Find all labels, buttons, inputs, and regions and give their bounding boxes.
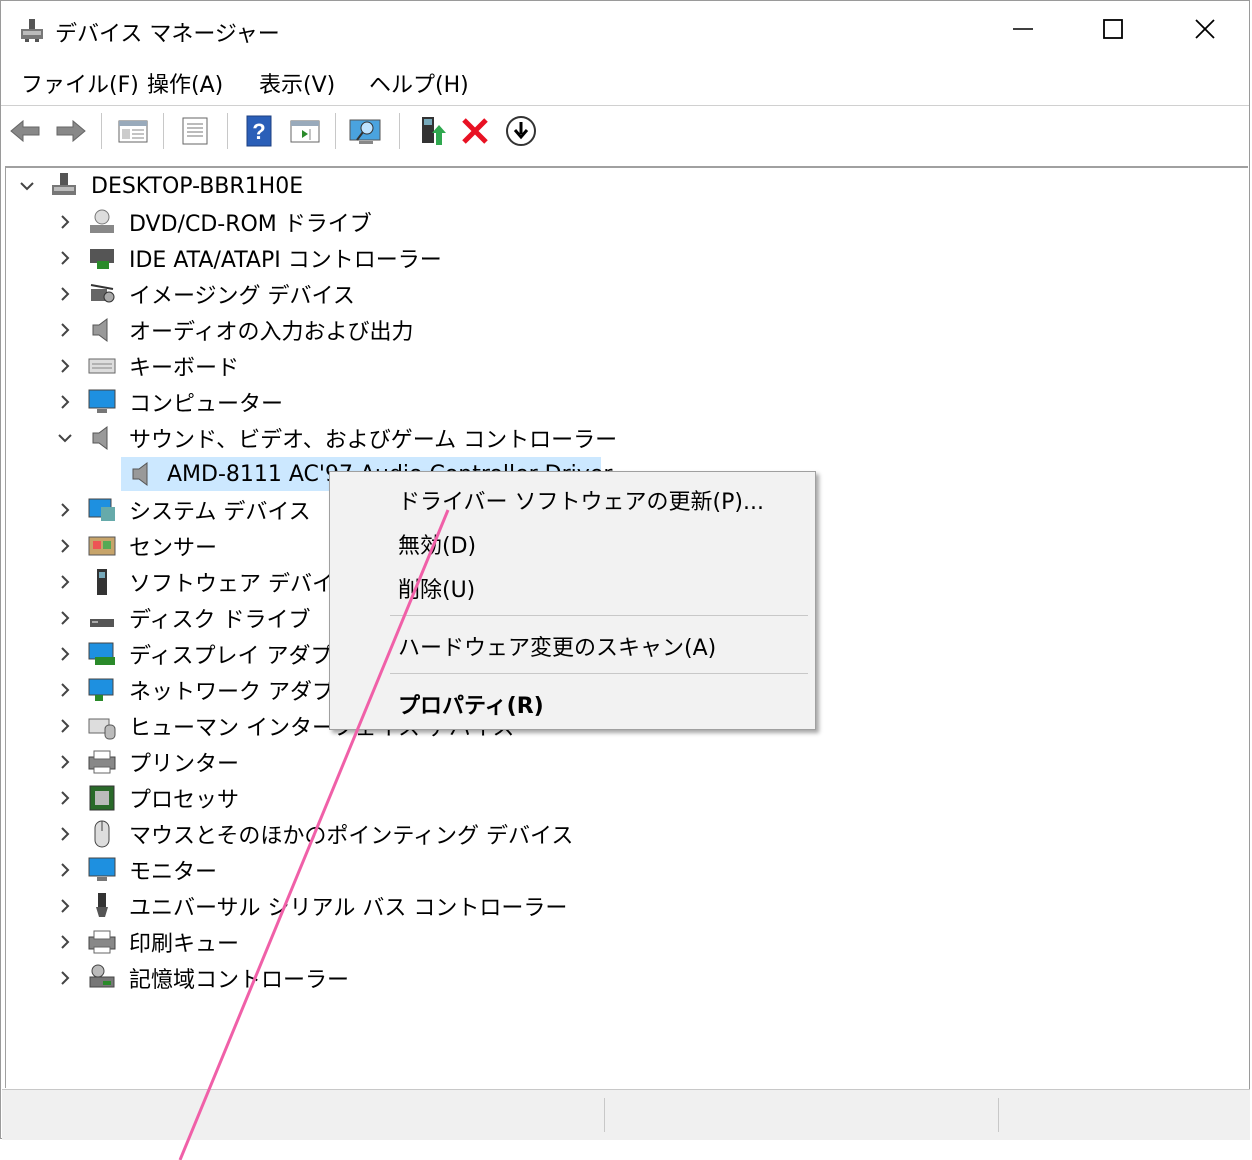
annotation-line — [178, 509, 450, 1160]
